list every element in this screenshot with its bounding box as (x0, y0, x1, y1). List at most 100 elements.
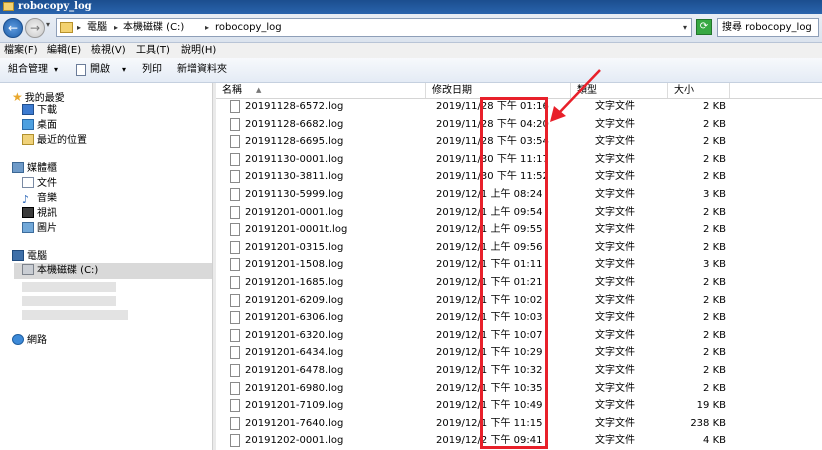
address-dropdown-icon[interactable]: ▾ (683, 19, 687, 36)
open-button[interactable]: 開啟 (90, 58, 110, 82)
column-name[interactable]: 名稱 ▲ (216, 83, 426, 98)
address-row: ← → ▾ ▸ 電腦 ▸ 本機磁碟 (C:) ▸ robocopy_log ▾ … (0, 14, 822, 43)
text-file-icon (230, 364, 240, 377)
menu-tools[interactable]: 工具(T) (136, 43, 170, 58)
recent-pages-chevron-icon[interactable]: ▾ (46, 20, 50, 29)
nav-desktop[interactable]: 桌面 (22, 118, 57, 134)
blurred-drive-entry (22, 310, 128, 320)
file-size: 2 KB (703, 224, 726, 236)
text-file-icon (230, 293, 240, 307)
nav-label: 本機磁碟 (C:) (37, 265, 99, 276)
nav-label: 視訊 (37, 208, 57, 219)
file-size: 2 KB (703, 101, 726, 112)
command-bar: 組合管理 ▾ 開啟 ▾ 列印 新增資料夾 (0, 58, 822, 83)
chevron-right-icon[interactable]: ▸ (205, 19, 209, 36)
nav-label: 音樂 (37, 193, 57, 204)
nav-label: 網路 (27, 335, 47, 346)
nav-recent[interactable]: 最近的位置 (22, 133, 87, 149)
nav-pictures[interactable]: 圖片 (22, 221, 57, 237)
drive-icon (22, 264, 34, 275)
forward-button[interactable]: → (25, 18, 45, 38)
music-note-icon: ♪ (22, 194, 34, 205)
nav-label: 文件 (37, 178, 57, 189)
download-folder-icon (22, 104, 34, 115)
file-size: 19 KB (696, 400, 726, 412)
file-name: 20191201-7640.log (245, 417, 344, 429)
breadcrumb-robocopy-log[interactable]: robocopy_log (215, 19, 282, 36)
file-type: 文字文件 (595, 365, 635, 376)
nav-local-disk[interactable]: 本機磁碟 (C:) (14, 263, 212, 279)
nav-music[interactable]: ♪ 音樂 (22, 191, 57, 207)
print-button[interactable]: 列印 (142, 58, 162, 82)
nav-label: 媒體櫃 (27, 163, 57, 174)
file-name: 20191201-6209.log (245, 294, 344, 306)
organize-button[interactable]: 組合管理 (8, 58, 48, 82)
new-folder-button[interactable]: 新增資料夾 (177, 58, 227, 82)
chevron-right-icon[interactable]: ▸ (77, 19, 81, 36)
text-file-icon (230, 205, 240, 219)
nav-label: 下載 (37, 105, 57, 116)
file-name: 20191201-6320.log (245, 329, 344, 341)
annotation-arrow (550, 69, 601, 122)
column-label: 名稱 (222, 85, 242, 96)
text-file-icon (230, 170, 240, 184)
nav-downloads[interactable]: 下載 (22, 103, 57, 119)
nav-label: 最近的位置 (37, 135, 87, 146)
nav-libraries[interactable]: 媒體櫃 (12, 161, 57, 177)
file-name: 20191201-7109.log (245, 400, 344, 412)
file-size: 2 KB (703, 241, 726, 253)
file-name: 20191202-0001.log (245, 435, 344, 447)
text-file-icon (230, 117, 240, 131)
text-file-icon (230, 399, 240, 413)
file-name: 20191201-0001t.log (245, 224, 348, 236)
menu-edit[interactable]: 編輯(E) (47, 43, 81, 58)
text-file-icon (230, 152, 240, 166)
file-size: 2 KB (703, 136, 726, 148)
nav-documents[interactable]: 文件 (22, 176, 57, 192)
chevron-down-icon[interactable]: ▾ (122, 58, 126, 82)
file-name: 20191201-6980.log (245, 382, 344, 394)
window-title: robocopy_log (18, 1, 92, 12)
file-size: 2 KB (703, 277, 726, 288)
back-button[interactable]: ← (3, 18, 23, 38)
pictures-icon (22, 222, 34, 233)
text-file-icon (230, 188, 240, 201)
text-file-icon (230, 416, 240, 430)
chevron-down-icon[interactable]: ▾ (54, 58, 58, 82)
search-input[interactable]: 搜尋 robocopy_log (717, 18, 819, 37)
computer-icon (12, 250, 24, 261)
arrow-shaft (557, 69, 601, 115)
column-label: 大小 (674, 85, 694, 96)
file-type: 文字文件 (595, 312, 635, 324)
text-file-icon (230, 434, 240, 448)
refresh-button[interactable]: ⟳ (696, 19, 712, 35)
nav-label: 電腦 (27, 251, 47, 262)
chevron-right-icon[interactable]: ▸ (114, 19, 118, 36)
file-size: 3 KB (703, 189, 726, 200)
breadcrumb-local-disk[interactable]: 本機磁碟 (C:) (123, 19, 184, 36)
column-size[interactable]: 大小 (668, 83, 730, 98)
breadcrumb-computer[interactable]: 電腦 (87, 19, 107, 36)
menu-view[interactable]: 檢視(V) (91, 43, 126, 58)
library-icon (12, 162, 24, 173)
menu-file[interactable]: 檔案(F) (4, 43, 38, 58)
file-size: 2 KB (703, 118, 726, 130)
file-type: 文字文件 (595, 329, 635, 341)
file-type: 文字文件 (595, 171, 635, 183)
file-size: 2 KB (703, 347, 726, 359)
menu-help[interactable]: 說明(H) (181, 43, 216, 58)
file-name: 20191130-3811.log (245, 171, 344, 183)
file-type: 文字文件 (595, 224, 635, 236)
file-type: 文字文件 (595, 277, 635, 288)
address-bar[interactable]: ▸ 電腦 ▸ 本機磁碟 (C:) ▸ robocopy_log ▾ (56, 18, 692, 37)
nav-label: 圖片 (37, 223, 57, 234)
folder-icon (60, 22, 73, 33)
file-type: 文字文件 (595, 136, 635, 148)
file-type: 文字文件 (595, 400, 635, 412)
file-type: 文字文件 (595, 153, 635, 165)
nav-network[interactable]: 網路 (12, 333, 47, 349)
file-type: 文字文件 (595, 435, 635, 447)
navigation-pane: ★ 我的最愛 下載 桌面 最近的位置 媒體櫃 文件 ♪ 音樂 視訊 圖片 電腦 本機… (0, 83, 212, 450)
nav-videos[interactable]: 視訊 (22, 206, 57, 222)
column-label: 修改日期 (432, 85, 472, 96)
